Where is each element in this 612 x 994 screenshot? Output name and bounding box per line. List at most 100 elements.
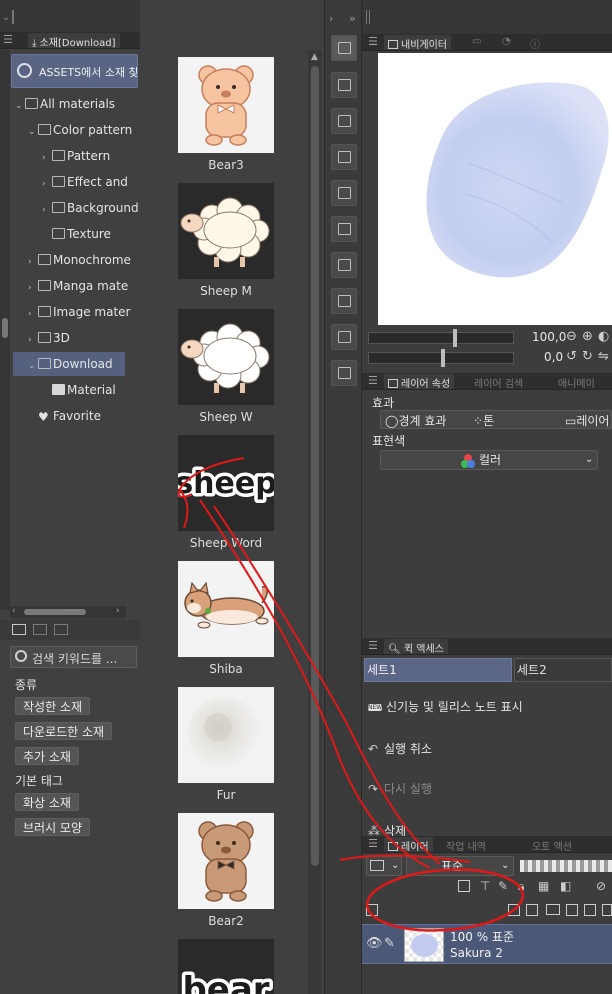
draft-icon[interactable]: ✎ (498, 879, 508, 893)
zoom-out-icon[interactable]: ⊖ (566, 329, 577, 344)
chevron-right-icon[interactable]: › (42, 198, 52, 220)
grip-icon[interactable] (366, 10, 370, 24)
quick-access-item[interactable]: NEW 신기능 및 릴리스 노트 표시 (362, 698, 612, 715)
material-thumbnail[interactable] (178, 687, 274, 783)
tree-item[interactable]: › 3D (28, 326, 138, 350)
basic-tag-button[interactable]: 브러시 모양 (15, 818, 91, 836)
chevron-down-icon[interactable]: ⌄ (28, 354, 38, 376)
zoom-in-icon[interactable]: ⊕ (582, 329, 593, 344)
tree-item[interactable]: › Monochrome (28, 248, 138, 272)
chevron-right-icon[interactable]: › (28, 276, 38, 298)
set-tab-1[interactable]: 세트1 (364, 658, 512, 682)
menu-icon[interactable]: ☰ (368, 35, 378, 48)
scroll-up-icon[interactable]: ▲ (311, 52, 318, 62)
eye-icon[interactable]: 👁︎ (366, 936, 383, 951)
scroll-left-icon[interactable]: ‹ (12, 606, 16, 616)
tab-material[interactable]: ⤓ 소재[Download] (28, 33, 120, 49)
thumb-scroll-track[interactable]: ▲ (308, 50, 322, 994)
tab-history[interactable]: 작업 내역 (446, 838, 486, 853)
layer-color-button[interactable]: ▭레이어 (565, 412, 609, 428)
chevron-right-icon[interactable]: › (28, 328, 38, 350)
rotate-right-icon[interactable]: ↻ (582, 349, 593, 364)
zoom-slider-handle[interactable] (453, 329, 457, 347)
zoom-slider[interactable] (368, 329, 514, 347)
layer-row[interactable]: 👁︎ ✎ 100 % 표준 Sakura 2 (362, 924, 612, 964)
new-raster-layer-icon[interactable] (508, 904, 520, 916)
material-thumbnail[interactable] (178, 561, 274, 657)
figure-material-button[interactable] (331, 360, 357, 386)
kind-tag-button[interactable]: 작성한 소재 (15, 697, 91, 715)
chevron-down-icon[interactable]: ⌄ (2, 12, 10, 23)
reference-icon[interactable]: ⊤ (480, 879, 490, 893)
chevron-down-icon[interactable]: ⌄ (28, 120, 38, 142)
menu-icon[interactable]: ☰ (3, 33, 13, 46)
tree-item[interactable]: ⌄ All materials (15, 92, 138, 116)
new-folder-icon[interactable] (546, 904, 560, 915)
material-thumbnail[interactable] (178, 57, 274, 153)
delete-material-button[interactable] (331, 108, 357, 134)
tree-item[interactable]: › Image mater (28, 300, 138, 324)
set-tab-2[interactable]: 세트2 (514, 658, 612, 682)
chevron-right-icon[interactable]: › (28, 302, 38, 324)
material-property-button[interactable] (331, 144, 357, 170)
paste-material-button[interactable] (331, 72, 357, 98)
tree-scroll-thumb[interactable] (2, 318, 8, 338)
layer-color-select[interactable]: ⌄ (366, 856, 402, 876)
new-folder-icon[interactable] (12, 624, 26, 635)
quick-access-item[interactable]: ↶ 실행 취소 (362, 740, 612, 757)
import-material-button[interactable] (331, 35, 357, 61)
rotate-left-icon[interactable]: ↺ (566, 349, 577, 364)
tree-item[interactable]: ⌄ Download (13, 352, 125, 376)
combine-icon[interactable] (566, 904, 578, 916)
tree-item[interactable]: › Manga mate (28, 274, 138, 298)
tab-layer[interactable]: 레이어 (384, 837, 433, 853)
kind-tag-button[interactable]: 추가 소재 (15, 747, 79, 765)
tree-item[interactable]: Material (42, 378, 138, 402)
tab-quick-access[interactable]: 🔍︎ 퀵 액세스 (384, 639, 448, 655)
chevron-right-icon[interactable]: › (42, 172, 52, 194)
grip-icon[interactable] (12, 10, 14, 24)
ruler-icon[interactable]: ⊘ (596, 879, 606, 893)
splitter-handle[interactable] (62, 610, 80, 612)
tree-item[interactable]: ⌄ Color pattern (28, 118, 138, 142)
material-thumbnail[interactable]: bear (178, 939, 274, 994)
collapse-icon[interactable]: › (329, 12, 333, 25)
lock-icon[interactable]: 🔒︎ (518, 879, 524, 894)
keyword-search-field[interactable]: 검색 키워드를 ... (10, 646, 137, 668)
tab-navigator[interactable]: 내비게이터 (384, 35, 451, 51)
scroll-right-icon[interactable]: › (116, 606, 120, 616)
layer-select-icon[interactable] (366, 904, 378, 916)
assets-search-button[interactable]: ASSETS에서 소재 찾기 (11, 54, 138, 88)
tree-item[interactable]: ♥ Favorite (28, 404, 151, 428)
delete-layer-icon[interactable] (602, 904, 612, 916)
menu-icon[interactable]: ☰ (368, 374, 378, 387)
tab-layer-property[interactable]: 레이어 속성 (384, 374, 455, 390)
tab-info-icon[interactable]: ⓘ (530, 36, 540, 51)
merge-icon[interactable] (584, 904, 596, 916)
edit-material-button[interactable] (331, 288, 357, 314)
kind-tag-button[interactable]: 다운로드한 소재 (15, 722, 113, 740)
open-material-button[interactable] (331, 180, 357, 206)
chevron-right-icon[interactable]: › (42, 146, 52, 168)
material-thumbnail[interactable] (178, 813, 274, 909)
flip-icon[interactable]: ⇋ (598, 349, 609, 364)
menu-icon[interactable]: ☰ (368, 639, 378, 652)
tree-item[interactable]: › Effect and (42, 170, 138, 194)
fit-view-icon[interactable]: ◐ (598, 329, 609, 344)
tree-hscroll[interactable]: ‹ › (10, 606, 126, 618)
opacity-slider[interactable] (520, 860, 612, 872)
border-effect-button[interactable]: ◯경계 효과 (385, 412, 446, 428)
fit-material-button[interactable] (331, 252, 357, 278)
tab-auto-action[interactable]: 오토 액션 (532, 838, 572, 853)
quick-access-item[interactable]: ↷ 다시 실행 (362, 780, 612, 797)
clip-icon[interactable] (458, 880, 470, 892)
material-thumbnail[interactable]: sheep (178, 435, 274, 531)
expression-color-select[interactable]: 컬러 ⌄ (380, 450, 598, 470)
lock-transparent-icon[interactable]: ▦ (538, 879, 549, 893)
blend-mode-select[interactable]: 표준 ⌄ (406, 856, 514, 876)
duplicate-folder-icon[interactable] (33, 624, 47, 635)
tree-item[interactable]: Texture (42, 222, 138, 246)
rotate-slider-handle[interactable] (441, 349, 445, 367)
navigator-preview[interactable] (378, 53, 612, 325)
menu-icon[interactable]: ☰ (368, 837, 378, 850)
